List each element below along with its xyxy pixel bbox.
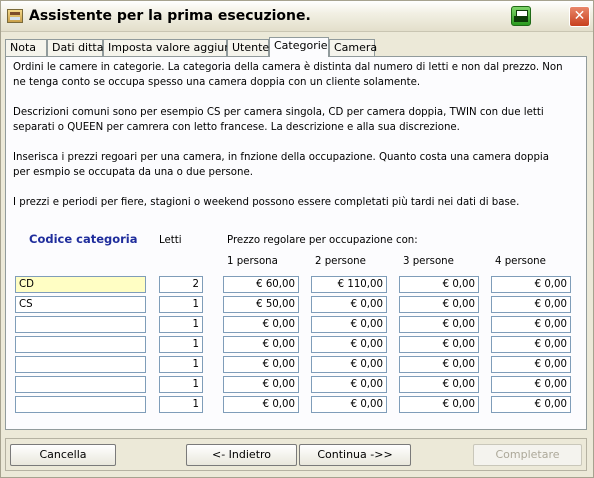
header-prezzo-regolare: Prezzo regolare per occupazione con: (227, 235, 418, 246)
close-button[interactable]: ✕ (569, 6, 590, 27)
category-code-field[interactable]: CD (15, 276, 146, 293)
beds-field[interactable]: 2 (159, 276, 203, 293)
category-code-field[interactable] (15, 336, 146, 353)
price-field-1-persone[interactable]: € 0,00 (223, 316, 299, 333)
price-field-4-persone[interactable]: € 0,00 (491, 396, 571, 413)
window-title: Assistente per la prima esecuzione. (29, 8, 311, 24)
next-button[interactable]: Continua ->> (299, 444, 411, 466)
price-field-1-persone[interactable]: € 0,00 (223, 396, 299, 413)
price-field-1-persone[interactable]: € 0,00 (223, 376, 299, 393)
tab-categorie[interactable]: Categorie (269, 37, 329, 57)
beds-field[interactable]: 1 (159, 336, 203, 353)
print-icon[interactable] (511, 6, 531, 26)
price-field-3-persone[interactable]: € 0,00 (399, 336, 479, 353)
price-field-4-persone[interactable]: € 0,00 (491, 376, 571, 393)
price-field-4-persone[interactable]: € 0,00 (491, 296, 571, 313)
price-field-1-persone[interactable]: € 0,00 (223, 336, 299, 353)
price-field-2-persone[interactable]: € 0,00 (311, 356, 387, 373)
header-codice-categoria: Codice categoria (29, 232, 138, 246)
beds-field[interactable]: 1 (159, 396, 203, 413)
tab-nota[interactable]: Nota (5, 39, 47, 56)
intro-paragraph-1: Ordini le camere in categorie. La catego… (13, 62, 563, 88)
beds-field[interactable]: 1 (159, 296, 203, 313)
tab-utente[interactable]: Utente (227, 39, 269, 56)
price-field-3-persone[interactable]: € 0,00 (399, 376, 479, 393)
beds-field[interactable]: 1 (159, 376, 203, 393)
title-bar: Assistente per la prima esecuzione. ✕ (1, 1, 593, 32)
price-field-2-persone[interactable]: € 110,00 (311, 276, 387, 293)
price-field-4-persone[interactable]: € 0,00 (491, 356, 571, 373)
price-field-4-persone[interactable]: € 0,00 (491, 336, 571, 353)
price-field-3-persone[interactable]: € 0,00 (399, 296, 479, 313)
tab-camera[interactable]: Camera (329, 39, 377, 56)
category-code-field[interactable]: CS (15, 296, 146, 313)
price-field-1-persone[interactable]: € 0,00 (223, 356, 299, 373)
price-field-2-persone[interactable]: € 0,00 (311, 296, 387, 313)
price-field-2-persone[interactable]: € 0,00 (311, 316, 387, 333)
price-field-2-persone[interactable]: € 0,00 (311, 376, 387, 393)
tab-dati-ditta[interactable]: Dati ditta (47, 39, 103, 56)
price-field-2-persone[interactable]: € 0,00 (311, 396, 387, 413)
intro-paragraph-2: Descrizioni comuni sono per esempio CS p… (13, 107, 544, 133)
category-code-field[interactable] (15, 356, 146, 373)
price-field-3-persone[interactable]: € 0,00 (399, 276, 479, 293)
cancel-button[interactable]: Cancella (10, 444, 116, 466)
app-icon (7, 9, 23, 23)
header-letti: Letti (159, 235, 182, 246)
price-field-3-persone[interactable]: € 0,00 (399, 396, 479, 413)
beds-field[interactable]: 1 (159, 316, 203, 333)
back-button[interactable]: <- Indietro (186, 444, 297, 466)
category-code-field[interactable] (15, 316, 146, 333)
category-code-field[interactable] (15, 376, 146, 393)
price-field-1-persone[interactable]: € 50,00 (223, 296, 299, 313)
header-2-persone: 2 persone (315, 256, 366, 267)
category-code-field[interactable] (15, 396, 146, 413)
wizard-window: Assistente per la prima esecuzione. ✕ No… (0, 0, 594, 478)
intro-paragraph-4: I prezzi e periodi per fiere, stagioni o… (13, 197, 520, 208)
finish-button: Completare (473, 444, 582, 466)
beds-field[interactable]: 1 (159, 356, 203, 373)
header-1-persona: 1 persona (227, 256, 278, 267)
tab-imposta-valore-aggiunto[interactable]: Imposta valore aggiunto (103, 39, 242, 56)
price-field-3-persone[interactable]: € 0,00 (399, 316, 479, 333)
price-field-4-persone[interactable]: € 0,00 (491, 316, 571, 333)
price-field-2-persone[interactable]: € 0,00 (311, 336, 387, 353)
price-field-4-persone[interactable]: € 0,00 (491, 276, 571, 293)
intro-paragraph-3: Inserisca i prezzi regoari per una camer… (13, 152, 550, 178)
header-4-persone: 4 persone (495, 256, 546, 267)
price-field-3-persone[interactable]: € 0,00 (399, 356, 479, 373)
price-field-1-persone[interactable]: € 60,00 (223, 276, 299, 293)
header-3-persone: 3 persone (403, 256, 454, 267)
